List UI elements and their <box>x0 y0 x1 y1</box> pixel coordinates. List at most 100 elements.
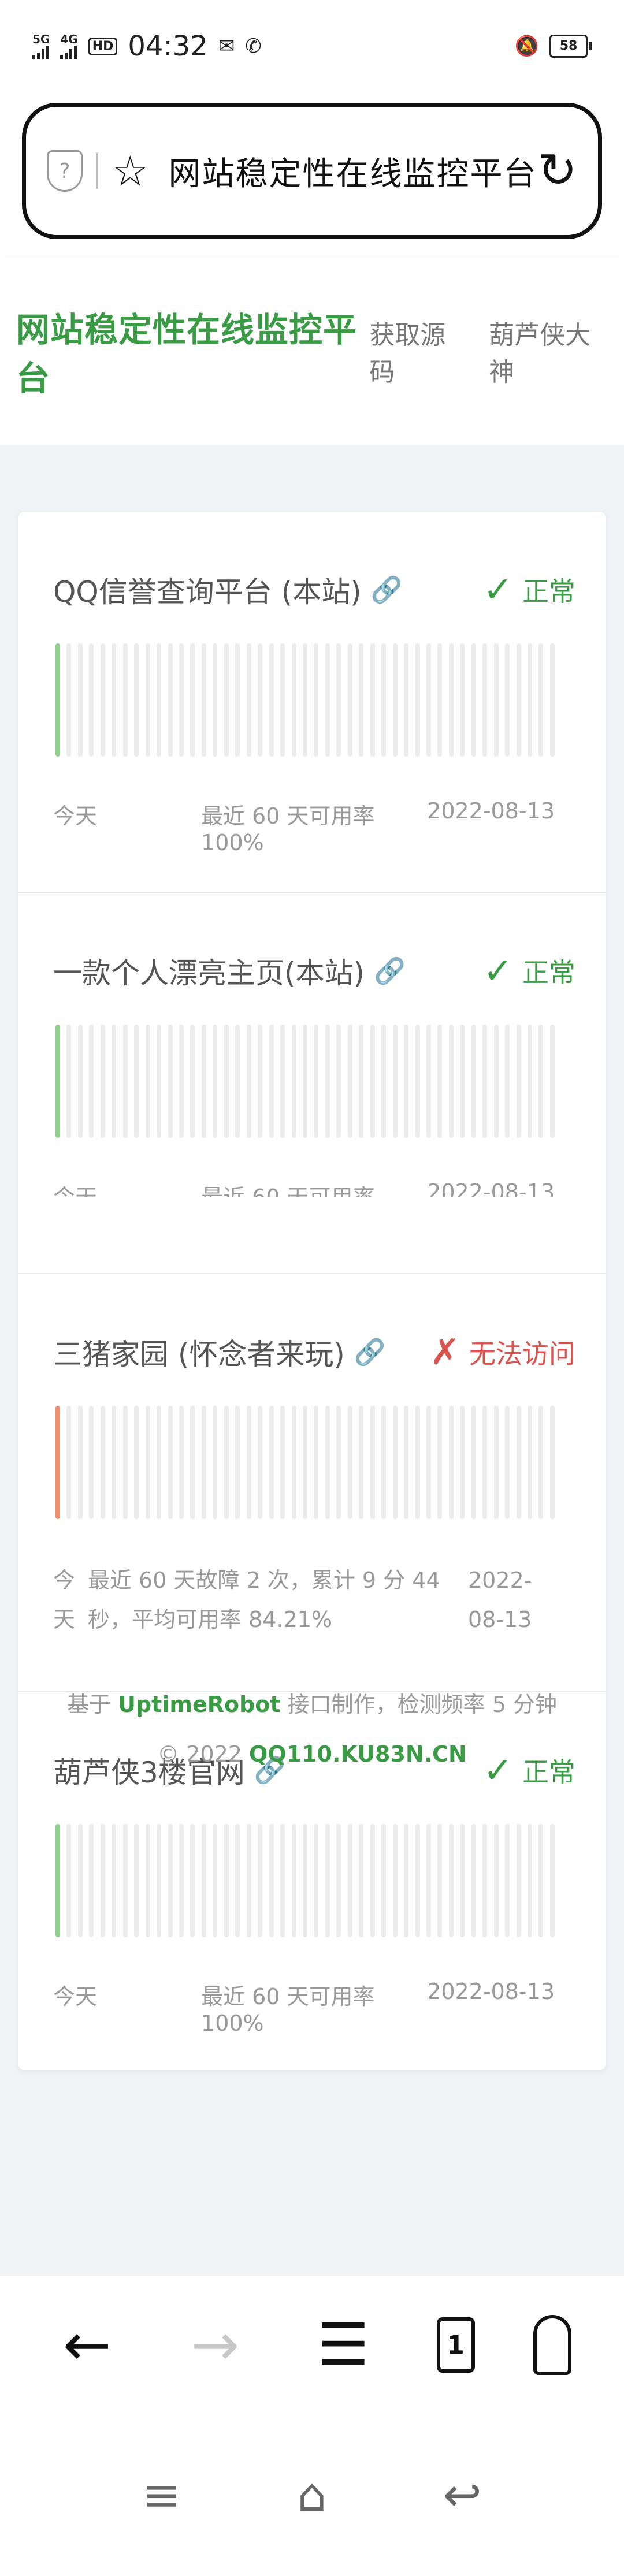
uptime-bar[interactable] <box>224 643 229 757</box>
uptime-bar[interactable] <box>280 1824 285 1937</box>
uptime-bar[interactable] <box>66 1406 72 1519</box>
uptime-bar[interactable] <box>77 1406 83 1519</box>
uptime-bar[interactable] <box>381 1406 387 1519</box>
uptime-bar[interactable] <box>246 1406 251 1519</box>
uptime-bar[interactable] <box>482 1406 488 1519</box>
uptime-bar[interactable] <box>201 643 206 757</box>
uptime-bar[interactable] <box>179 1406 184 1519</box>
uptime-bar[interactable] <box>291 1406 296 1519</box>
uptime-bar[interactable] <box>460 1025 465 1138</box>
uptime-bar[interactable] <box>448 1824 454 1937</box>
uptime-bar[interactable] <box>77 643 83 757</box>
uptime-bar[interactable] <box>246 1025 251 1138</box>
uptime-bar[interactable] <box>392 643 398 757</box>
uptime-bar[interactable] <box>370 643 375 757</box>
uptime-bar[interactable] <box>100 1025 105 1138</box>
uptime-bar[interactable] <box>201 1406 206 1519</box>
uptime-bar[interactable] <box>89 1025 94 1138</box>
uptime-bar[interactable] <box>280 643 285 757</box>
uptime-bar[interactable] <box>302 1406 307 1519</box>
tabs-icon[interactable]: 1 <box>436 2317 475 2373</box>
menu-icon[interactable]: ☰ <box>309 2316 378 2374</box>
uptime-bar[interactable] <box>269 1824 274 1937</box>
uptime-bar[interactable] <box>179 1025 184 1138</box>
uptime-bar[interactable] <box>168 643 173 757</box>
uptime-bar[interactable] <box>213 643 218 757</box>
uptime-bar[interactable] <box>325 643 330 757</box>
uptime-bar[interactable] <box>448 1406 454 1519</box>
uptime-bar[interactable] <box>122 1025 128 1138</box>
uptime-bar[interactable] <box>516 1824 521 1937</box>
uptime-bar[interactable] <box>325 1406 330 1519</box>
uptime-bar[interactable] <box>493 643 499 757</box>
uptime-bar[interactable] <box>325 1824 330 1937</box>
uptime-bar[interactable] <box>460 1406 465 1519</box>
uptime-bar[interactable] <box>482 643 488 757</box>
uptime-bar[interactable] <box>516 1406 521 1519</box>
uptime-bar[interactable] <box>538 1025 544 1138</box>
uptime-bar[interactable] <box>347 1406 352 1519</box>
uptime-bar[interactable] <box>437 1025 443 1138</box>
uptime-bar[interactable] <box>201 1025 206 1138</box>
uptime-bar[interactable] <box>157 1406 162 1519</box>
uptime-bar[interactable] <box>471 1824 476 1937</box>
uptime-bar[interactable] <box>347 1824 352 1937</box>
uptime-bar[interactable] <box>493 1824 499 1937</box>
uptime-bar[interactable] <box>505 1406 510 1519</box>
uptime-bar[interactable] <box>493 1406 499 1519</box>
uptime-bar[interactable] <box>426 1824 431 1937</box>
uptime-bar[interactable] <box>528 1824 533 1937</box>
uptime-bar[interactable] <box>347 1025 352 1138</box>
uptime-bar[interactable] <box>168 1824 173 1937</box>
uptime-bar[interactable] <box>528 643 533 757</box>
uptime-bar[interactable] <box>145 1824 150 1937</box>
uptime-bar[interactable] <box>213 1025 218 1138</box>
uptime-bar[interactable] <box>426 1406 431 1519</box>
uptime-bar[interactable] <box>359 1025 364 1138</box>
uptime-bar[interactable] <box>404 1406 409 1519</box>
uptime-bar[interactable] <box>258 643 263 757</box>
uptime-bar[interactable] <box>89 1824 94 1937</box>
uptime-bar[interactable] <box>314 643 319 757</box>
reload-icon[interactable]: ↻ <box>537 147 577 195</box>
uptime-bar[interactable] <box>168 1406 173 1519</box>
footer-brand-link[interactable]: UptimeRobot <box>118 1692 280 1717</box>
uptime-bar[interactable] <box>516 1025 521 1138</box>
uptime-bar[interactable] <box>235 1025 240 1138</box>
uptime-bar[interactable] <box>448 1025 454 1138</box>
uptime-bar[interactable] <box>258 1406 263 1519</box>
uptime-bar[interactable] <box>381 1824 387 1937</box>
uptime-bar[interactable] <box>314 1406 319 1519</box>
uptime-bar[interactable] <box>302 643 307 757</box>
uptime-bar[interactable] <box>392 1025 398 1138</box>
uptime-bar[interactable] <box>201 1824 206 1937</box>
uptime-bar[interactable] <box>314 1824 319 1937</box>
uptime-bar[interactable] <box>55 1025 60 1138</box>
uptime-bar[interactable] <box>157 1025 162 1138</box>
uptime-bar[interactable] <box>448 643 454 757</box>
uptime-bar[interactable] <box>213 1824 218 1937</box>
uptime-bar[interactable] <box>460 643 465 757</box>
uptime-bar[interactable] <box>538 643 544 757</box>
uptime-bar[interactable] <box>291 643 296 757</box>
uptime-bar[interactable] <box>66 1824 72 1937</box>
uptime-bar[interactable] <box>314 1025 319 1138</box>
uptime-bar[interactable] <box>269 643 274 757</box>
uptime-bar[interactable] <box>224 1025 229 1138</box>
uptime-bar[interactable] <box>89 1406 94 1519</box>
uptime-bar[interactable] <box>112 1406 117 1519</box>
uptime-bar[interactable] <box>258 1025 263 1138</box>
shield-icon[interactable]: ? <box>47 150 83 192</box>
uptime-bar[interactable] <box>112 643 117 757</box>
uptime-bar[interactable] <box>213 1406 218 1519</box>
uptime-bar[interactable] <box>134 1824 139 1937</box>
uptime-bar[interactable] <box>549 1406 555 1519</box>
uptime-bar[interactable] <box>505 1025 510 1138</box>
uptime-bar[interactable] <box>77 1824 83 1937</box>
uptime-bar[interactable] <box>157 643 162 757</box>
uptime-bar[interactable] <box>55 1824 60 1937</box>
uptime-bar[interactable] <box>460 1824 465 1937</box>
uptime-bar[interactable] <box>145 1025 150 1138</box>
uptime-bar[interactable] <box>415 1025 420 1138</box>
uptime-bar[interactable] <box>112 1824 117 1937</box>
